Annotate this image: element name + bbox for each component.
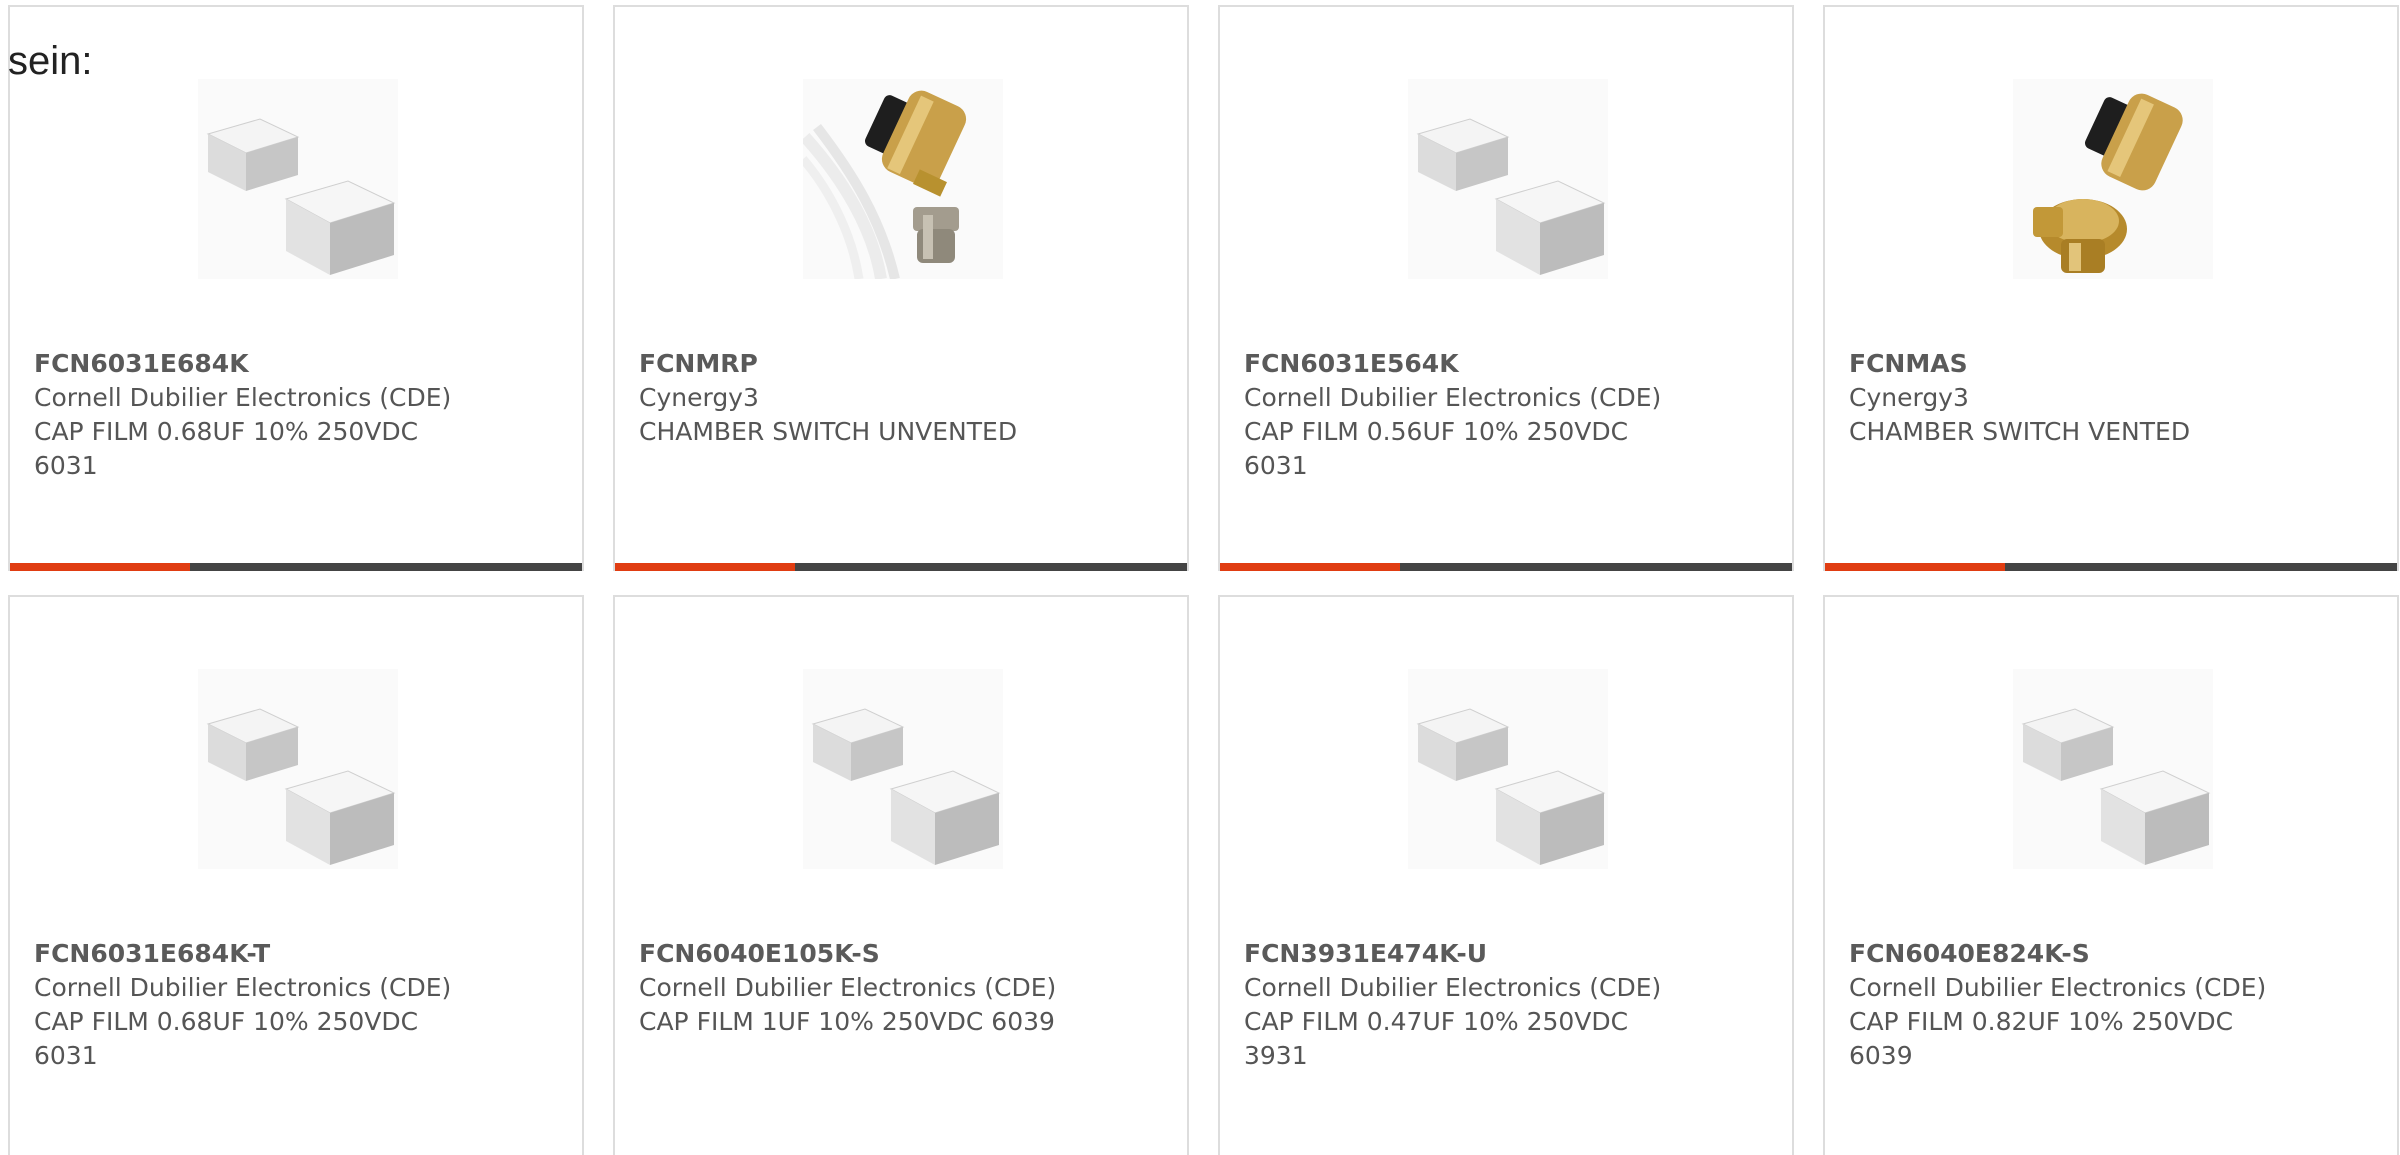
card-accent-bar bbox=[1220, 563, 1400, 571]
product-card[interactable]: FCN6031E684K Cornell Dubilier Electronic… bbox=[8, 5, 584, 571]
product-card[interactable]: FCN3931E474K-U Cornell Dubilier Electron… bbox=[1218, 595, 1794, 1155]
part-number-link[interactable]: FCN6031E684K-T bbox=[34, 937, 464, 971]
product-description: CAP FILM 0.68UF 10% 250VDC 6031 bbox=[34, 1007, 419, 1070]
manufacturer-label: Cornell Dubilier Electronics (CDE) bbox=[1244, 383, 1662, 412]
manufacturer-label: Cynergy3 bbox=[1849, 383, 1969, 412]
card-accent-bar bbox=[1825, 563, 2005, 571]
manufacturer-label: Cornell Dubilier Electronics (CDE) bbox=[34, 383, 452, 412]
product-card[interactable]: FCNMAS Cynergy3 CHAMBER SWITCH VENTED bbox=[1823, 5, 2399, 571]
product-description: CAP FILM 0.56UF 10% 250VDC 6031 bbox=[1244, 417, 1629, 480]
film-capacitor-image[interactable] bbox=[2013, 669, 2213, 869]
manufacturer-label: Cornell Dubilier Electronics (CDE) bbox=[34, 973, 452, 1002]
card-bottom-bar bbox=[1220, 563, 1792, 571]
product-card[interactable]: FCNMRP Cynergy3 CHAMBER SWITCH UNVENTED bbox=[613, 5, 1189, 571]
chamber-switch-vented-image[interactable] bbox=[2013, 79, 2213, 279]
product-description: CAP FILM 0.47UF 10% 250VDC 3931 bbox=[1244, 1007, 1629, 1070]
product-description: CHAMBER SWITCH UNVENTED bbox=[639, 417, 1018, 446]
part-number-link[interactable]: FCN6040E824K-S bbox=[1849, 937, 2279, 971]
product-card[interactable]: FCN6031E564K Cornell Dubilier Electronic… bbox=[1218, 5, 1794, 571]
manufacturer-label: Cornell Dubilier Electronics (CDE) bbox=[639, 973, 1057, 1002]
card-bottom-bar bbox=[1825, 563, 2397, 571]
part-number-link[interactable]: FCN6040E105K-S bbox=[639, 937, 1069, 971]
part-number-link[interactable]: FCN3931E474K-U bbox=[1244, 937, 1674, 971]
card-accent-bar bbox=[615, 563, 795, 571]
manufacturer-label: Cornell Dubilier Electronics (CDE) bbox=[1244, 973, 1662, 1002]
product-description: CAP FILM 0.68UF 10% 250VDC 6031 bbox=[34, 417, 419, 480]
part-number-link[interactable]: FCNMRP bbox=[639, 347, 1069, 381]
product-card[interactable]: FCN6040E105K-S Cornell Dubilier Electron… bbox=[613, 595, 1189, 1155]
product-card[interactable]: FCN6031E684K-T Cornell Dubilier Electron… bbox=[8, 595, 584, 1155]
film-capacitor-image[interactable] bbox=[803, 669, 1003, 869]
chamber-switch-unvented-image[interactable] bbox=[803, 79, 1003, 279]
card-bottom-bar bbox=[10, 563, 582, 571]
part-number-link[interactable]: FCN6031E684K bbox=[34, 347, 464, 381]
part-number-link[interactable]: FCN6031E564K bbox=[1244, 347, 1674, 381]
film-capacitor-image[interactable] bbox=[198, 669, 398, 869]
film-capacitor-image[interactable] bbox=[1408, 669, 1608, 869]
product-description: CAP FILM 0.82UF 10% 250VDC 6039 bbox=[1849, 1007, 2234, 1070]
manufacturer-label: Cynergy3 bbox=[639, 383, 759, 412]
card-bottom-bar bbox=[615, 563, 1187, 571]
card-accent-bar bbox=[10, 563, 190, 571]
manufacturer-label: Cornell Dubilier Electronics (CDE) bbox=[1849, 973, 2267, 1002]
product-card[interactable]: FCN6040E824K-S Cornell Dubilier Electron… bbox=[1823, 595, 2399, 1155]
film-capacitor-image[interactable] bbox=[198, 79, 398, 279]
product-description: CHAMBER SWITCH VENTED bbox=[1849, 417, 2191, 446]
product-description: CAP FILM 1UF 10% 250VDC 6039 bbox=[639, 1007, 1055, 1036]
intro-text: sein: bbox=[8, 39, 93, 83]
part-number-link[interactable]: FCNMAS bbox=[1849, 347, 2279, 381]
film-capacitor-image[interactable] bbox=[1408, 79, 1608, 279]
